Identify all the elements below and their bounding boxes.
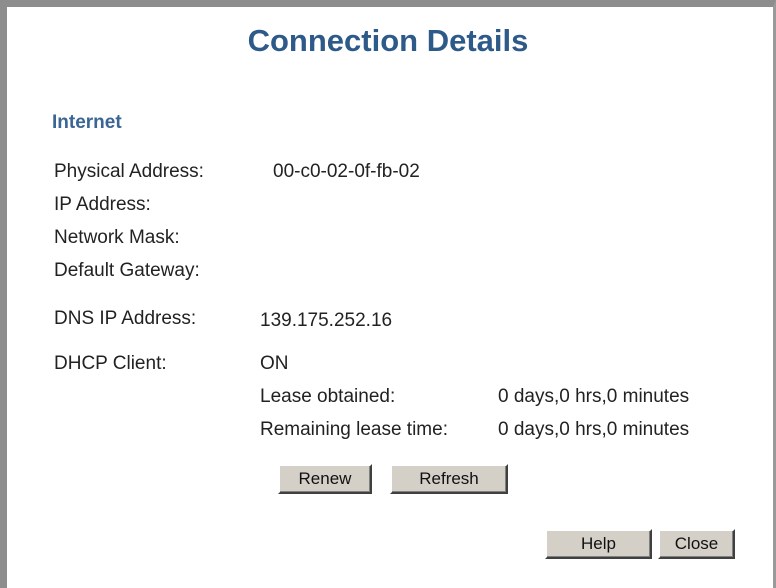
default-gateway-label: Default Gateway: [54,260,200,281]
ip-address-label: IP Address: [54,194,151,215]
dialog-frame [0,0,776,588]
lease-obtained-label: Lease obtained: [260,386,396,407]
help-button[interactable]: Help [545,529,652,559]
page-title: Connection Details [247,23,529,58]
remaining-lease-time-label: Remaining lease time: [260,419,448,440]
renew-button[interactable]: Renew [278,464,372,494]
network-mask-label: Network Mask: [54,227,180,248]
refresh-button[interactable]: Refresh [390,464,508,494]
lease-obtained-value: 0 days,0 hrs,0 minutes [498,386,690,407]
physical-address-value: 00-c0-02-0f-fb-02 [273,161,420,182]
section-heading-internet: Internet [52,112,122,133]
physical-address-label: Physical Address: [54,161,204,182]
dhcp-client-label: DHCP Client: [54,353,167,374]
close-button[interactable]: Close [658,529,735,559]
dns-ip-address-label: DNS IP Address: [54,308,197,329]
remaining-lease-time-value: 0 days,0 hrs,0 minutes [498,419,690,440]
dhcp-client-value: ON [260,353,289,374]
dns-ip-address-value: 139.175.252.16 [260,310,393,331]
